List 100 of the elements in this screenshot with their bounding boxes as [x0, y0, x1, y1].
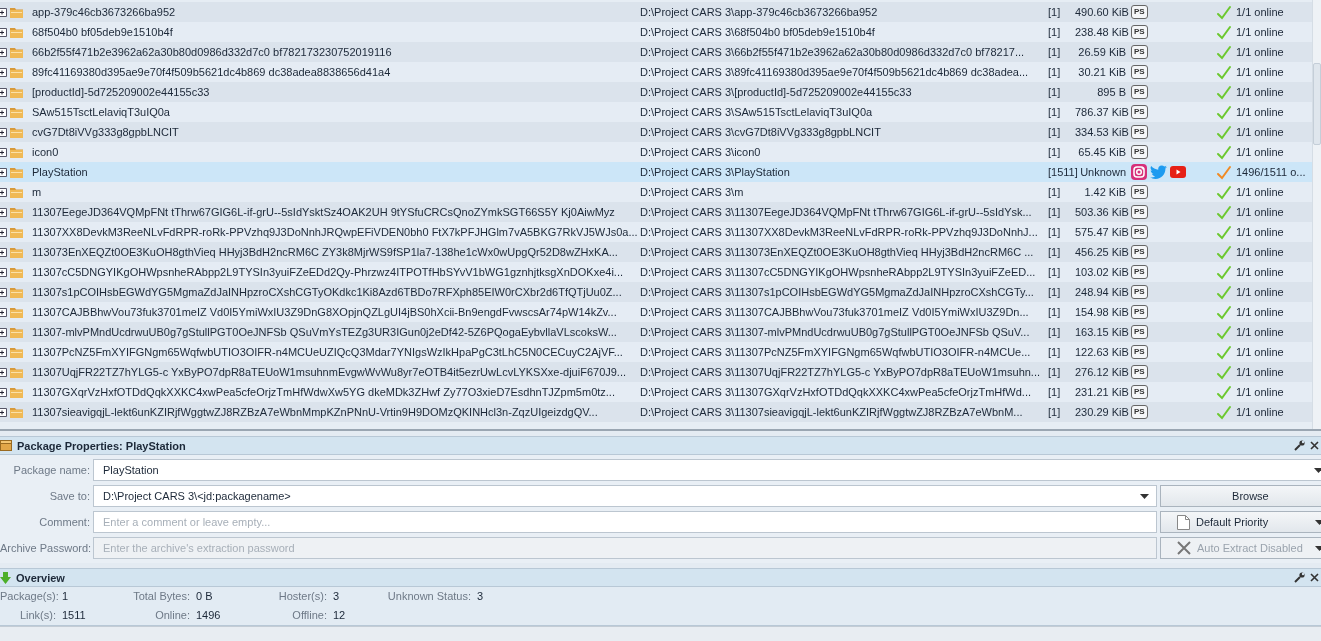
package-row[interactable]: 11307EegeJD364VQMpFNt tThrw67GIG6L-if-grU--5sIdYsktSz4OAK2UH 9tYSfuCRCsQnoZYmkSGT66S5Y Kj0AiwMyz D:\Project CARS 3\11307EegeJD364VQMpFNt tThrw67GIG6L-if-grU--5sIdYsk... [1] 503.36 KiB PS 1/1 online — [0, 202, 1312, 222]
folder-icon — [9, 65, 24, 79]
package-row[interactable]: app-379c46cb3673266ba952 D:\Project CARS 3\app-379c46cb3673266ba952 [1] 490.60 KiB PS 1/1 online — [0, 2, 1312, 22]
expand-icon[interactable] — [0, 87, 7, 97]
folder-icon — [9, 305, 24, 319]
status-text: 1/1 online — [1235, 25, 1285, 39]
expand-icon[interactable] — [0, 27, 7, 37]
status-text: 1/1 online — [1235, 385, 1285, 399]
hoster-badge: PS — [1131, 5, 1148, 19]
file-size: 103.02 KiB — [1075, 265, 1129, 279]
hoster-badge: PS — [1131, 385, 1148, 399]
folder-icon — [9, 105, 24, 119]
scrollbar[interactable] — [1312, 0, 1321, 429]
package-name: 11307sieavigqjL-lekt6unKZIRjfWggtwZJ8RZBzA7eWbnMmpKZnPNnU-Vrtin9H9DOMzQKINHcl3n-ZqzUIgeizdgQV... — [32, 405, 599, 419]
link-count: [1] — [1047, 65, 1062, 79]
expand-icon[interactable] — [0, 407, 7, 417]
expand-icon[interactable] — [0, 167, 7, 177]
expand-icon[interactable] — [0, 347, 7, 357]
bird-icon — [1150, 165, 1167, 179]
package-row[interactable]: cvG7Dt8iVVg333g8gpbLNCIT D:\Project CARS 3\cvG7Dt8iVVg333g8gpbLNCIT [1] 334.53 KiB PS 1/1 online — [0, 122, 1312, 142]
save-path: D:\Project CARS 3\[productId]-5d725209002e44155c33 — [640, 85, 913, 99]
save-path: D:\Project CARS 3\113073EnXEQZt0OE3KuOH8gthVieq HHyj3BdH2ncRM6C ... — [640, 245, 1035, 259]
expand-icon[interactable] — [0, 367, 7, 377]
hoster-badge: PS — [1131, 305, 1148, 319]
stat-label: Package(s): — [0, 590, 56, 602]
link-count: [1] — [1047, 325, 1062, 339]
expand-icon[interactable] — [0, 267, 7, 277]
expand-icon[interactable] — [0, 307, 7, 317]
close-icon[interactable] — [1310, 573, 1319, 582]
expand-icon[interactable] — [0, 187, 7, 197]
folder-icon — [9, 205, 24, 219]
stat-value: 1496 — [196, 609, 222, 621]
package-row[interactable]: 11307sieavigqjL-lekt6unKZIRjfWggtwZJ8RZBzA7eWbnMmpKZnPNnU-Vrtin9H9DOMzQKINHcl3n-ZqzUIgeizdgQV... D:\Project CARS 3\11307sieavigqjL-lekt6unKZIRjfWggtwZJ8RZBzA7eWbnM... [1] 230.29 KiB PS 1/1 online — [0, 402, 1312, 422]
expand-icon[interactable] — [0, 107, 7, 117]
status-text: 1/1 online — [1235, 225, 1285, 239]
folder-icon — [9, 325, 24, 339]
expand-icon[interactable] — [0, 127, 7, 137]
file-size: 895 B — [1096, 85, 1127, 99]
expand-icon[interactable] — [0, 227, 7, 237]
package-name: icon0 — [32, 145, 60, 159]
expand-icon[interactable] — [0, 7, 7, 17]
expand-icon[interactable] — [0, 67, 7, 77]
status-text: 1/1 online — [1235, 85, 1285, 99]
input-field[interactable]: Enter a comment or leave empty... — [93, 511, 1157, 533]
file-size: 503.36 KiB — [1075, 205, 1129, 219]
package-name: 11307XX8DevkM3ReeNLvFdRPR-roRk-PPVzhq9J3DoNnhJRQwpEFiVDEN0bh0 FtX7kPFJHGlm7vA5BKG7RkVJ5WJs0a... — [32, 225, 639, 239]
link-count: [1] — [1047, 385, 1062, 399]
wrench-icon[interactable] — [1294, 572, 1305, 583]
stat-label: Online: — [154, 609, 190, 621]
expand-icon[interactable] — [0, 247, 7, 257]
hoster-badge: PS — [1131, 25, 1148, 39]
package-row[interactable]: 66b2f55f471b2e3962a62a30b80d0986d332d7c0 bf782173230752019116 D:\Project CARS 3\66b2f55f471b2e3962a62a30b80d0986d332d7c0 bf78217... [1] 26.59 KiB PS 1/1 online — [0, 42, 1312, 62]
package-name: PlayStation — [32, 165, 89, 179]
folder-icon — [9, 385, 24, 399]
expand-icon[interactable] — [0, 387, 7, 397]
file-size: 456.25 KiB — [1075, 245, 1129, 259]
save-path: D:\Project CARS 3\68f504b0 bf05deb9e1510b4f — [640, 25, 876, 39]
dropdown-field[interactable]: PlayStation — [93, 459, 1321, 481]
folder-icon — [9, 405, 24, 419]
file-size: 65.45 KiB — [1077, 145, 1127, 159]
folder-icon — [9, 25, 24, 39]
file-size: 163.15 KiB — [1075, 325, 1129, 339]
status-text: 1/1 online — [1235, 5, 1285, 19]
folder-icon — [9, 85, 24, 99]
close-icon[interactable] — [1310, 441, 1319, 450]
package-row[interactable]: 11307-mlvPMndUcdrwuUB0g7gStullPGT0OeJNFSb QSuVmYsTEZg3UR3IGun0j2eDf42-5Z6PQogaEybvllaVLscoksW... D:\Project CARS 3\11307-mlvPMndUcdrwuUB0g7gStullPGT0OeJNFSb QSuV... [1] 163.15 KiB PS 1/1 online — [0, 322, 1312, 342]
dropdown-field[interactable]: D:\Project CARS 3\<jd:packagename> — [93, 485, 1157, 507]
dropdown-button[interactable]: Default Priority — [1160, 511, 1321, 533]
package-row[interactable]: 113073EnXEQZt0OE3KuOH8gthVieq HHyj3BdH2ncRM6C ZY3k8MjrWS9fSP1la7-138he1cWx0wUpgQr52D8wZHxKA... D:\Project CARS 3\113073EnXEQZt0OE3KuOH8gthVieq HHyj3BdH2ncRM6C ... [1] 456.25 KiB PS 1/1 online — [0, 242, 1312, 262]
wrench-icon[interactable] — [1294, 440, 1305, 451]
status-text: 1/1 online — [1235, 65, 1285, 79]
package-name: cvG7Dt8iVVg333g8gpbLNCIT — [32, 125, 180, 139]
expand-icon[interactable] — [0, 147, 7, 157]
expand-icon[interactable] — [0, 47, 7, 57]
panel-title: Package Properties: PlayStation — [17, 439, 186, 452]
package-row[interactable]: 11307UqjFR22TZ7hYLG5-c YxByPO7dpR8aTEUoW1msuhnmEvgwWvWu8yr7eOTB4it5ezrUwLcvLYKSXxe-djuiF670J9... D:\Project CARS 3\11307UqjFR22TZ7hYLG5-c YxByPO7dpR8aTEUoW1msuhn... [1] 276.12 KiB PS 1/1 online — [0, 362, 1312, 382]
package-row[interactable]: 11307s1pCOIHsbEGWdYG5MgmaZdJaINHpzroCXshCGTyOKdkc1Ki8Azd6TBDo7RFXph85EIW0rCXbr2d6TfQTjUu0Z... D:\Project CARS 3\11307s1pCOIHsbEGWdYG5MgmaZdJaINHpzroCXshCGTy... [1] 248.94 KiB PS 1/1 online — [0, 282, 1312, 302]
folder-icon — [9, 145, 24, 159]
expand-icon[interactable] — [0, 287, 7, 297]
hoster-badge: PS — [1131, 105, 1148, 119]
hoster-badge: PS — [1131, 325, 1148, 339]
hoster-badge: PS — [1131, 405, 1148, 419]
stat-value: 12 — [333, 609, 347, 621]
stat-value: 0 B — [196, 590, 214, 602]
package-name: 66b2f55f471b2e3962a62a30b80d0986d332d7c0 bf782173230752019116 — [32, 45, 393, 59]
save-path: D:\Project CARS 3\m — [640, 185, 745, 199]
expand-icon[interactable] — [0, 207, 7, 217]
hoster-badge: PS — [1131, 145, 1148, 159]
expand-icon[interactable] — [0, 327, 7, 337]
caret-icon — [1313, 467, 1321, 473]
field-label: Archive Password: — [0, 541, 90, 555]
package-name: 11307-mlvPMndUcdrwuUB0g7gStullPGT0OeJNFSb QSuVmYsTEZg3UR3IGun0j2eDf42-5Z6PQogaEybvllaVLscoksW... — [32, 325, 618, 339]
package-icon — [0, 440, 12, 451]
browse-button[interactable]: Browse — [1160, 485, 1321, 507]
package-name: 11307CAJBBhwVou73fuk3701meIZ Vd0I5YmiWxIU3Z9DnG8XOpjnQZLgUI4jBS0hXcii-Bn9engdFvwscsAr74pW14kZv... — [32, 305, 618, 319]
package-row[interactable]: PlayStation D:\Project CARS 3\PlayStation [1511] Unknown 1496/1511 o... — [0, 162, 1312, 182]
package-name: 11307PcNZ5FmXYIFGNgm65WqfwbUTIO3OIFR-n4MCUeUZIQcQ3Mdar7YNIgsWzIkHpaPgC3tLhC5N0CECuyC2AjVF... — [32, 345, 624, 359]
hoster-badge: PS — [1131, 85, 1148, 99]
package-row[interactable]: [productId]-5d725209002e44155c33 D:\Project CARS 3\[productId]-5d725209002e44155c33 [1] 895 B PS 1/1 online — [0, 82, 1312, 102]
link-count: [1] — [1047, 305, 1062, 319]
